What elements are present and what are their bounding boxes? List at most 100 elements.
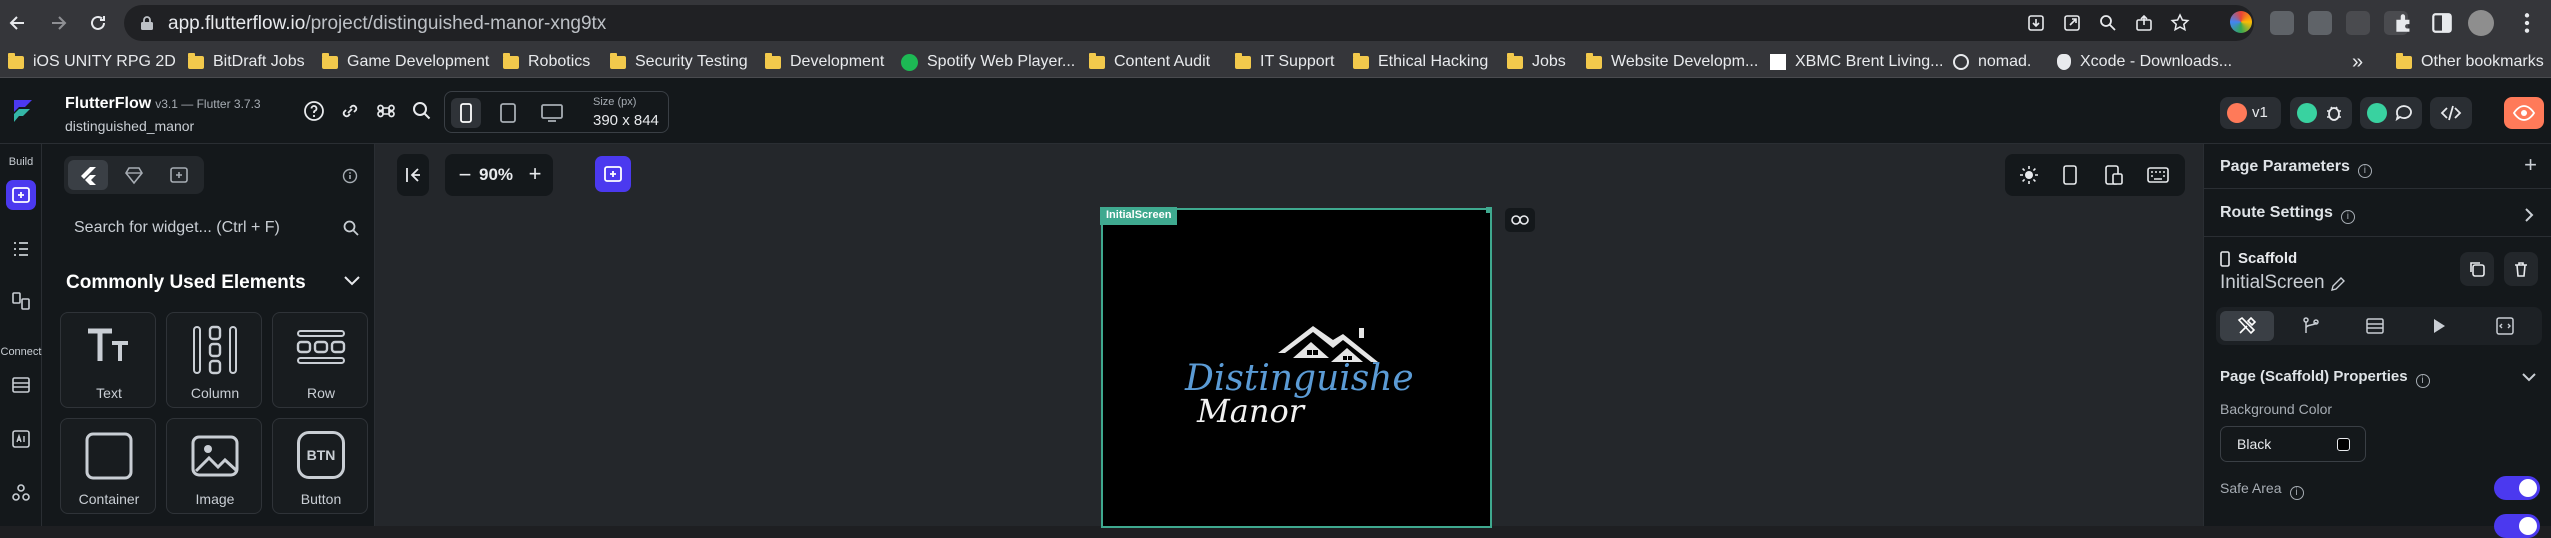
bookmark-item[interactable]: IT Support: [1235, 52, 1334, 72]
forward-button[interactable]: [42, 7, 74, 39]
bookmark-item[interactable]: Robotics: [503, 52, 590, 72]
bookmark-item[interactable]: Content Audit: [1089, 52, 1210, 72]
other-bookmarks[interactable]: Other bookmarks: [2396, 52, 2544, 72]
h-extension-icon[interactable]: [2308, 11, 2332, 35]
flutterflow-logo-icon[interactable]: [8, 96, 38, 126]
duplicate-page-button[interactable]: [2460, 252, 2494, 286]
address-bar[interactable]: app.flutterflow.io/project/distinguished…: [124, 5, 2254, 41]
bookmark-item[interactable]: BitDraft Jobs: [188, 52, 305, 72]
tab-actions[interactable]: [2412, 311, 2466, 341]
bookmark-item[interactable]: Ethical Hacking: [1353, 52, 1488, 72]
canvas-link-button[interactable]: [1505, 208, 1535, 232]
zoom-icon[interactable]: [2098, 13, 2118, 33]
share-icon[interactable]: [2134, 13, 2154, 33]
bookmarks-overflow-button[interactable]: »: [2352, 51, 2363, 73]
view-code-button[interactable]: [2430, 97, 2472, 129]
url-text[interactable]: app.flutterflow.io/project/distinguished…: [168, 13, 606, 35]
delete-page-button[interactable]: [2504, 252, 2538, 286]
widget-tile-column[interactable]: Column: [166, 312, 262, 408]
route-settings-header[interactable]: Route Settings i: [2220, 204, 2355, 224]
keyboard-icon[interactable]: [2147, 166, 2169, 184]
tab-components[interactable]: [114, 160, 154, 190]
desktop-device-button[interactable]: [537, 98, 567, 128]
command-icon[interactable]: [375, 100, 397, 122]
light-mode-icon[interactable]: [2019, 165, 2039, 185]
widget-tile-container[interactable]: Container: [60, 418, 156, 514]
bookmark-item[interactable]: iOS UNITY RPG 2D: [8, 52, 176, 72]
bug-extension-icon[interactable]: [2346, 11, 2370, 35]
profile-avatar[interactable]: [2468, 10, 2494, 36]
bookmark-star-icon[interactable]: [2170, 13, 2190, 33]
data-types-nav[interactable]: [6, 370, 36, 400]
link-icon[interactable]: [339, 100, 361, 122]
safe-area-toggle[interactable]: [2494, 476, 2540, 500]
info-icon[interactable]: [342, 168, 358, 184]
color-picker-extension-icon[interactable]: [2230, 11, 2252, 33]
side-panel-icon[interactable]: [2430, 11, 2454, 35]
widget-tile-row[interactable]: Row: [272, 312, 368, 408]
search-icon[interactable]: [411, 100, 433, 122]
integrations-nav[interactable]: [6, 478, 36, 508]
bookmark-item[interactable]: Spotify Web Player...: [901, 52, 1075, 72]
info-icon[interactable]: i: [2289, 486, 2304, 500]
tablet-device-button[interactable]: [493, 98, 523, 128]
bookmark-item[interactable]: Xcode - Downloads...: [2057, 52, 2232, 72]
zoom-out-button[interactable]: −: [453, 162, 477, 187]
bookmark-item[interactable]: Game Development: [322, 52, 489, 72]
add-parameter-button[interactable]: +: [2524, 152, 2537, 178]
bookmark-item[interactable]: XBMC Brent Living...: [1770, 52, 1944, 72]
bookmark-item[interactable]: Jobs: [1507, 52, 1566, 72]
chevron-down-icon[interactable]: [342, 274, 362, 288]
screen-name-tag[interactable]: InitialScreen: [1100, 207, 1178, 225]
info-icon[interactable]: i: [2340, 210, 2355, 224]
back-button[interactable]: [2, 7, 34, 39]
chevron-down-icon[interactable]: [2521, 372, 2537, 384]
preview-button[interactable]: [2504, 97, 2544, 129]
size-value[interactable]: 390 x 844: [593, 112, 659, 129]
api-calls-nav[interactable]: [6, 424, 36, 454]
bookmark-item[interactable]: Website Developm...: [1586, 52, 1758, 72]
mobile-device-button[interactable]: [451, 98, 481, 128]
bookmark-item[interactable]: Development: [765, 52, 884, 72]
background-color-picker[interactable]: Black: [2220, 426, 2366, 462]
edit-pencil-icon[interactable]: [2330, 276, 2346, 292]
collapse-panel-button[interactable]: [397, 154, 429, 196]
bookmark-item[interactable]: nomad.: [1953, 52, 2031, 72]
extensions-puzzle-icon[interactable]: [2392, 11, 2416, 35]
storyboard-nav[interactable]: [6, 286, 36, 316]
reload-button[interactable]: [82, 7, 114, 39]
install-icon[interactable]: [2026, 13, 2046, 33]
distinguished-manor-logo[interactable]: Distinguished Manor: [1183, 310, 1413, 430]
lock-icon[interactable]: [140, 15, 154, 31]
tab-code[interactable]: [2478, 311, 2532, 341]
info-icon[interactable]: i: [2415, 374, 2430, 388]
tab-widgets[interactable]: [68, 160, 108, 190]
version-button[interactable]: v1: [2220, 97, 2281, 129]
open-in-app-icon[interactable]: [2062, 13, 2082, 33]
tab-backend-query[interactable]: [2284, 311, 2338, 341]
kebab-menu-icon[interactable]: [2515, 11, 2539, 35]
next-setting-toggle[interactable]: [2494, 514, 2540, 538]
resize-handle[interactable]: [1486, 207, 1492, 213]
info-icon[interactable]: i: [2357, 164, 2372, 178]
help-icon[interactable]: [303, 100, 325, 122]
add-widget-canvas-button[interactable]: [595, 156, 631, 192]
widget-search-input[interactable]: [64, 208, 364, 248]
phone-screen-preview[interactable]: Distinguished Manor: [1101, 208, 1492, 528]
privacy-extension-icon[interactable]: [2270, 11, 2294, 35]
responsive-icon[interactable]: [2105, 165, 2123, 185]
widget-tile-image[interactable]: Image: [166, 418, 262, 514]
zoom-in-button[interactable]: +: [523, 161, 547, 186]
chevron-right-icon[interactable]: [2523, 206, 2535, 224]
widget-tile-button[interactable]: BTN Button: [272, 418, 368, 514]
status-pill[interactable]: [2290, 97, 2352, 129]
tab-templates[interactable]: [159, 160, 199, 190]
widget-palette-nav[interactable]: [6, 180, 36, 210]
widget-tree-nav[interactable]: [6, 234, 36, 264]
search-icon[interactable]: [342, 219, 360, 237]
tab-properties[interactable]: [2220, 311, 2274, 341]
tab-data[interactable]: [2348, 311, 2402, 341]
project-name[interactable]: distinguished_manor: [65, 118, 194, 134]
chat-pill[interactable]: [2360, 97, 2422, 129]
page-parameters-header[interactable]: Page Parameters i: [2220, 158, 2372, 178]
